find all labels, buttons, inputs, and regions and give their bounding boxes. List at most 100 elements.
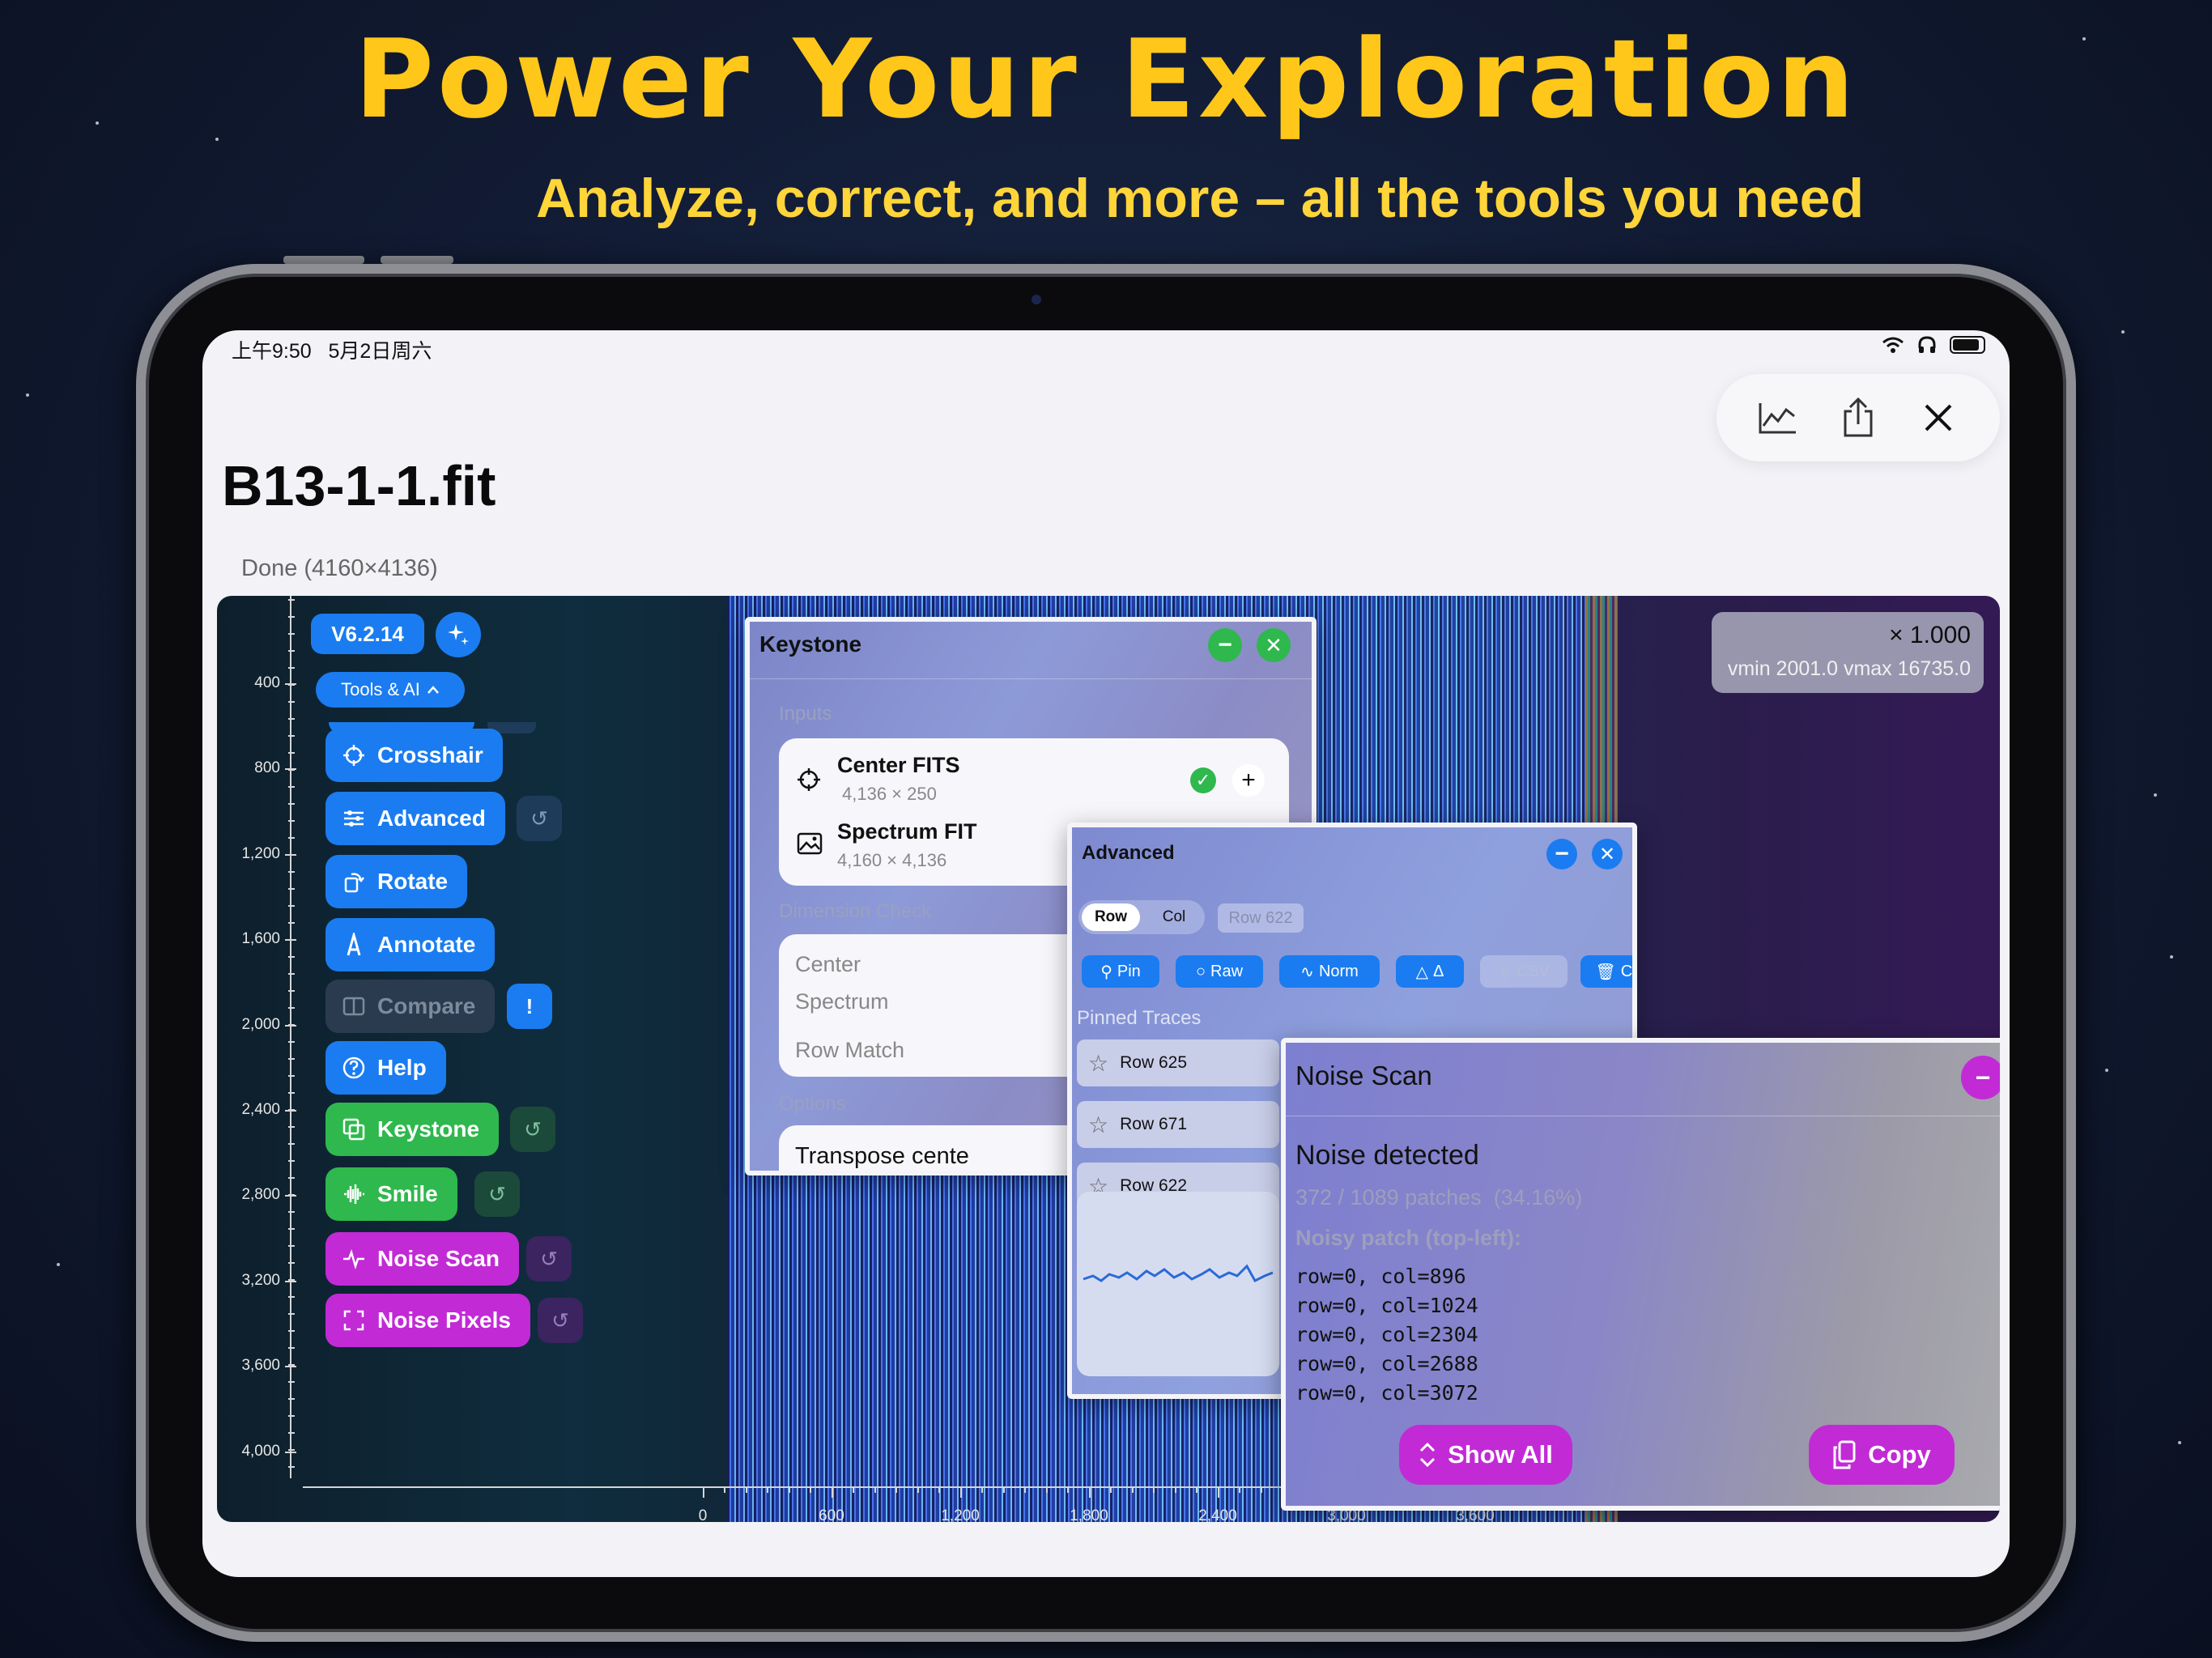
- y-minor-tick: [288, 1466, 295, 1468]
- y-minor-tick: [288, 1347, 295, 1349]
- share-icon: [1844, 397, 1873, 437]
- star-icon[interactable]: ☆: [1088, 1112, 1108, 1138]
- y-minor-tick: [288, 1296, 295, 1298]
- tool-compare-button[interactable]: Compare: [325, 980, 496, 1033]
- tool-help-button[interactable]: Help: [325, 1041, 446, 1095]
- x-tick-label: 2,400: [1198, 1507, 1237, 1522]
- close-button[interactable]: [1906, 385, 1971, 450]
- trash-icon: 🗑: [1595, 963, 1616, 981]
- y-tick-label: 1,600: [241, 930, 280, 948]
- tool-noise-scan-button[interactable]: Noise Scan: [325, 1232, 519, 1286]
- compare-alert-badge[interactable]: !: [507, 984, 552, 1029]
- chip-pin-button[interactable]: ⚲ Pin: [1082, 955, 1159, 988]
- app-screen: 上午9:50 5月2日周六 B13-1-1.fit Done (4160×413…: [202, 330, 2010, 1577]
- circle-icon: ○: [1195, 962, 1206, 980]
- x-minor-tick: [1088, 1486, 1091, 1493]
- status-bar-right: [1882, 335, 1985, 355]
- chip-csv-button[interactable]: ⇪ CSV: [1480, 955, 1568, 988]
- advanced-close-button[interactable]: ✕: [1592, 839, 1623, 869]
- rotate-icon: [342, 869, 366, 894]
- y-minor-tick: [288, 752, 295, 754]
- image-icon: [797, 832, 823, 855]
- x-minor-tick: [831, 1486, 833, 1493]
- expand-icon: [1420, 1442, 1436, 1468]
- reset-icon[interactable]: ↺: [538, 1298, 583, 1343]
- y-tick-label: 2,400: [241, 1101, 280, 1118]
- x-minor-tick: [874, 1486, 876, 1493]
- x-minor-tick: [853, 1486, 854, 1493]
- chip-norm-button[interactable]: ∿ Norm: [1279, 955, 1380, 988]
- input-1-add-button[interactable]: +: [1232, 764, 1265, 797]
- zoom-range: vmin 2001.0 vmax 16735.0: [1727, 657, 1971, 680]
- noise-coord-line: row=0, col=2688: [1295, 1352, 1478, 1375]
- input-1-name: Center FITS: [837, 753, 960, 777]
- reset-icon[interactable]: ↺: [474, 1171, 520, 1217]
- input-2-name: Spectrum FIT: [837, 819, 977, 844]
- tool-smile-button[interactable]: Smile: [325, 1167, 457, 1221]
- noise-scan-panel: Noise Scan − ✕ Noise detected 372 / 1089…: [1281, 1038, 2000, 1511]
- y-tick-label: 3,600: [241, 1357, 280, 1375]
- tool-annotate-button[interactable]: Annotate: [325, 918, 496, 971]
- share-button[interactable]: [1826, 385, 1891, 450]
- y-minor-tick: [288, 1415, 295, 1417]
- status-bar-left: 上午9:50 5月2日周六: [232, 335, 432, 364]
- y-minor-tick: [288, 922, 295, 924]
- copy-button[interactable]: Copy: [1809, 1425, 1955, 1485]
- dim-row-match: Row Match: [795, 1038, 905, 1062]
- y-minor-tick: [288, 1194, 295, 1196]
- version-badge[interactable]: V6.2.14: [311, 614, 424, 654]
- keystone-divider: [750, 678, 1312, 679]
- split-icon: [342, 994, 366, 1018]
- tool-crosshair-button[interactable]: Crosshair: [325, 729, 503, 782]
- y-minor-tick: [288, 1228, 295, 1230]
- reset-icon[interactable]: ↺: [510, 1107, 555, 1152]
- chip-label: Norm: [1318, 962, 1359, 980]
- image-canvas[interactable]: 400 800 1,200 1,600 2,000 2,400 2,800 3,200 3,60…: [217, 596, 2000, 1522]
- tool-label: Annotate: [377, 932, 476, 957]
- noise-minimize-button[interactable]: −: [1961, 1056, 2000, 1099]
- waveform-icon: [342, 1182, 366, 1206]
- chip-label: Raw: [1210, 962, 1244, 980]
- reset-icon[interactable]: ↺: [517, 796, 562, 841]
- advanced-minimize-button[interactable]: −: [1546, 839, 1577, 869]
- x-minor-tick: [1024, 1486, 1026, 1493]
- tools-ai-label: Tools & AI: [341, 679, 420, 699]
- chart-button[interactable]: [1746, 385, 1810, 450]
- pinned-trace-row[interactable]: ☆ Row 671: [1077, 1101, 1279, 1148]
- keystone-close-button[interactable]: ✕: [1257, 628, 1291, 662]
- chip-clear-button[interactable]: 🗑Clear: [1580, 955, 1632, 988]
- x-tick-label: 1,200: [941, 1507, 980, 1522]
- tool-keystone-button[interactable]: Keystone: [325, 1103, 500, 1156]
- tool-noise-pixels-button[interactable]: Noise Pixels: [325, 1294, 530, 1347]
- option-transpose[interactable]: Transpose cente: [795, 1143, 969, 1170]
- x-minor-tick: [1002, 1486, 1005, 1493]
- tool-rotate-button[interactable]: Rotate: [325, 855, 468, 908]
- row-number-field[interactable]: Row 622: [1218, 903, 1304, 933]
- star-icon[interactable]: ☆: [1088, 1050, 1108, 1077]
- segment-col[interactable]: Col: [1145, 903, 1203, 931]
- file-status: Done (4160×4136): [241, 555, 438, 581]
- reset-icon[interactable]: ↺: [526, 1236, 572, 1282]
- x-minor-tick: [917, 1486, 919, 1493]
- pinned-traces-label: Pinned Traces: [1077, 1007, 1202, 1029]
- pinned-trace-row[interactable]: ☆ Row 625: [1077, 1039, 1279, 1086]
- chip-label: CSV: [1516, 962, 1550, 980]
- x-minor-tick: [1239, 1486, 1240, 1493]
- segment-row[interactable]: Row: [1082, 903, 1140, 931]
- tool-advanced-button[interactable]: Advanced: [325, 792, 505, 845]
- y-minor-tick: [288, 616, 295, 618]
- ai-button[interactable]: [436, 612, 481, 657]
- y-minor-tick: [288, 854, 295, 856]
- show-all-button[interactable]: Show All: [1399, 1425, 1572, 1485]
- noise-patches: 372 / 1089 patches (34.16%): [1295, 1185, 1583, 1209]
- x-minor-tick: [724, 1486, 725, 1493]
- y-minor-tick: [288, 1381, 295, 1383]
- chip-raw-button[interactable]: ○ Raw: [1176, 955, 1263, 988]
- y-minor-tick: [288, 990, 295, 992]
- y-minor-tick: [288, 888, 295, 890]
- chip-delta-button[interactable]: △ Δ: [1396, 955, 1464, 988]
- trace-label: Row 625: [1120, 1053, 1187, 1072]
- tools-ai-toggle[interactable]: Tools & AI: [316, 672, 465, 708]
- keystone-minimize-button[interactable]: −: [1208, 628, 1242, 662]
- y-minor-tick: [288, 633, 295, 635]
